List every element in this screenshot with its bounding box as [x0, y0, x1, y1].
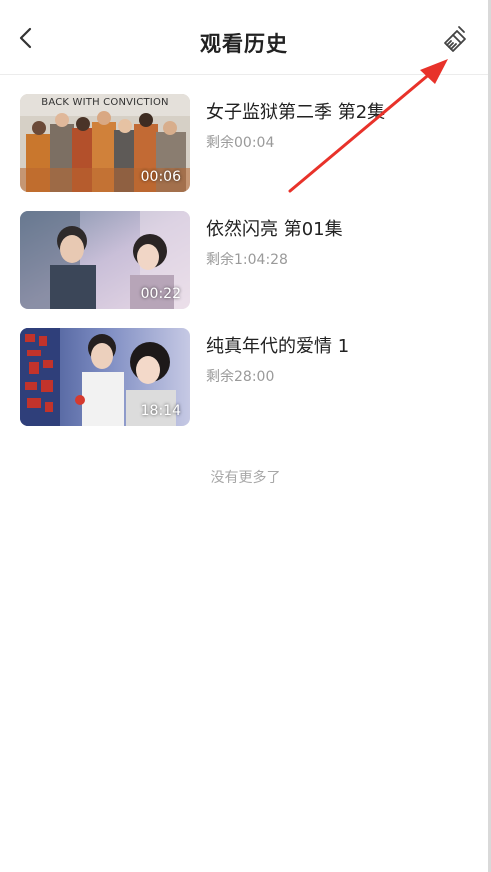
video-duration: 00:22: [140, 286, 181, 302]
clear-history-button[interactable]: [438, 24, 474, 60]
watch-history-screen: 观看历史 BACK WITH CONVICTION 00:06 女子监狱第二季 …: [0, 0, 491, 872]
thumbnail-caption: BACK WITH CONVICTION: [41, 97, 169, 108]
history-item[interactable]: 18:14 纯真年代的爱情 1 剩余28:00: [20, 328, 470, 426]
video-duration: 18:14: [140, 403, 181, 419]
no-more-text: 没有更多了: [210, 470, 281, 486]
remaining-time: 剩余1:04:28: [206, 252, 288, 268]
video-thumbnail: BACK WITH CONVICTION 00:06: [20, 94, 190, 192]
video-thumbnail: 00:22: [20, 211, 190, 309]
video-duration: 00:06: [140, 169, 181, 185]
history-item[interactable]: BACK WITH CONVICTION 00:06 女子监狱第二季 第2集 剩…: [20, 94, 470, 192]
poster-title-art: [23, 332, 59, 418]
remaining-time: 剩余00:04: [206, 135, 275, 151]
video-title: 纯真年代的爱情 1: [206, 336, 350, 357]
page-title: 观看历史: [200, 32, 288, 56]
header-bar: 观看历史: [0, 0, 488, 75]
broom-icon: [440, 24, 472, 60]
history-list: BACK WITH CONVICTION 00:06 女子监狱第二季 第2集 剩…: [20, 94, 470, 445]
video-title: 依然闪亮 第01集: [206, 219, 343, 240]
video-thumbnail: 18:14: [20, 328, 190, 426]
remaining-time: 剩余28:00: [206, 369, 275, 385]
history-item[interactable]: 00:22 依然闪亮 第01集 剩余1:04:28: [20, 211, 470, 309]
video-title: 女子监狱第二季 第2集: [206, 102, 386, 123]
